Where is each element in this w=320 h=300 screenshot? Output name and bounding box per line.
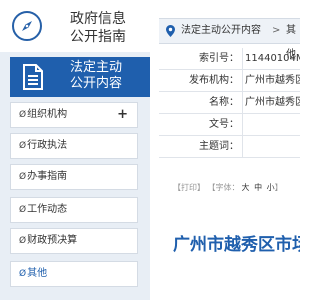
font-medium-button[interactable]: 中	[254, 183, 262, 192]
row-divider	[242, 92, 243, 114]
breadcrumb: 法定主动公开内容 > 其他	[159, 18, 300, 60]
guide-link[interactable]: 政府信息 公开指南	[0, 0, 150, 52]
info-row-publisher: 发布机构： 广州市越秀区	[159, 70, 300, 92]
info-value: 11440104MB2	[245, 53, 300, 64]
info-row-name: 名称： 广州市越秀区	[159, 92, 300, 114]
info-label: 名称：	[209, 97, 239, 108]
bullet-icon: Ø	[19, 236, 27, 246]
sidebar-item-label: 组织机构	[27, 109, 68, 120]
info-label: 文号：	[209, 119, 239, 130]
expand-icon[interactable]: +	[117, 103, 128, 127]
bullet-icon: Ø	[19, 110, 27, 120]
bullet-icon: Ø	[19, 205, 27, 215]
font-size-label: 【字体：	[207, 183, 240, 192]
document-icon	[23, 64, 43, 90]
guide-title: 政府信息 公开指南	[70, 10, 126, 46]
bullet-icon: Ø	[19, 269, 27, 279]
info-label: 索引号：	[199, 53, 239, 64]
active-title-line2: 公开内容	[70, 76, 123, 91]
font-size-label-end: 】	[274, 183, 283, 192]
active-title-line1: 法定主动	[70, 60, 123, 75]
location-pin-icon	[166, 25, 175, 37]
sidebar-item-guide[interactable]: Ø办事指南	[10, 164, 138, 190]
sidebar-item-label: 办事指南	[27, 171, 68, 182]
breadcrumb-link-active-content[interactable]: 法定主动公开内容	[181, 19, 261, 43]
compass-icon	[12, 11, 42, 41]
font-small-button[interactable]: 小	[267, 183, 275, 192]
active-section-button[interactable]: 法定主动 公开内容	[10, 57, 150, 97]
sidebar-item-label: 工作动态	[27, 204, 68, 215]
info-value: 广州市越秀区	[245, 97, 300, 108]
sidebar-item-news[interactable]: Ø工作动态	[10, 197, 138, 223]
guide-title-line2: 公开指南	[70, 29, 126, 45]
sidebar-item-enforcement[interactable]: Ø行政执法	[10, 133, 138, 159]
sidebar-item-label: 行政执法	[27, 140, 68, 151]
info-row-index: 索引号： 11440104MB2	[159, 48, 300, 70]
info-table: 索引号： 11440104MB2 发布机构： 广州市越秀区 名称： 广州市越秀区…	[159, 48, 300, 158]
info-row-doc-number: 文号：	[159, 114, 300, 136]
active-section-title: 法定主动 公开内容	[70, 60, 122, 92]
sidebar-item-label: 其他	[27, 268, 48, 279]
info-label: 主题词：	[199, 141, 239, 152]
article-title: 广州市越秀区市场	[173, 235, 300, 255]
article-tools: 【打印】 【字体：大 中 小】	[173, 182, 283, 193]
row-divider	[242, 70, 243, 92]
sidebar: 政府信息 公开指南 法定主动 公开内容 Ø组织机构 + Ø行政执法 Ø办事指南 …	[0, 0, 150, 300]
info-row-keywords: 主题词：	[159, 136, 300, 158]
sidebar-item-label: 财政预决算	[27, 235, 78, 246]
print-button[interactable]: 【打印】	[173, 183, 205, 192]
row-divider	[242, 114, 243, 136]
guide-title-line1: 政府信息	[70, 11, 126, 27]
bullet-icon: Ø	[19, 172, 27, 182]
sidebar-item-other[interactable]: Ø其他	[10, 261, 138, 287]
row-divider	[242, 48, 243, 70]
font-large-button[interactable]: 大	[242, 183, 250, 192]
sidebar-item-org[interactable]: Ø组织机构 +	[10, 102, 138, 128]
bullet-icon: Ø	[19, 141, 27, 151]
info-label: 发布机构：	[189, 75, 239, 86]
info-value: 广州市越秀区	[245, 75, 300, 86]
sidebar-item-budget[interactable]: Ø财政预决算	[10, 228, 138, 254]
breadcrumb-separator: >	[272, 25, 281, 36]
row-divider	[242, 136, 243, 158]
